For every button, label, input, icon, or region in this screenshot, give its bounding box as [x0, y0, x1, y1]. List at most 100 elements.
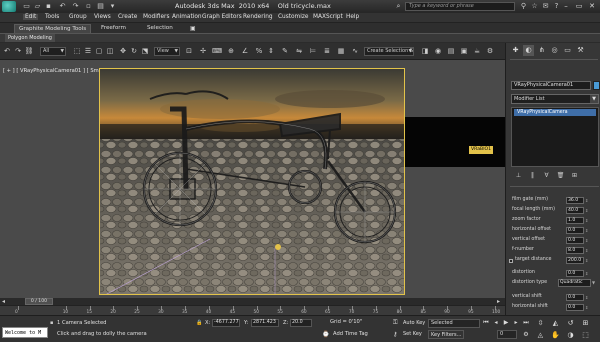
configure-modifier-sets-icon[interactable]: ⊞: [570, 171, 579, 180]
modify-tab-icon[interactable]: ◐: [523, 45, 534, 56]
infocenter-search-icon[interactable]: ⌕: [394, 2, 403, 11]
selection-filter-dropdown[interactable]: All ▼: [40, 47, 66, 56]
app-logo-icon[interactable]: [2, 1, 16, 12]
modifier-stack[interactable]: VRayPhysicalCamera: [511, 107, 599, 167]
menu-edit[interactable]: Edit: [23, 14, 39, 20]
menu-modifiers[interactable]: Modifiers: [143, 14, 169, 20]
new-file-icon[interactable]: ▭: [22, 2, 31, 10]
x-coordinate-input[interactable]: -4677.277: [212, 319, 240, 327]
menu-animation[interactable]: Animation: [172, 14, 202, 20]
spinner-icon[interactable]: ⇕: [585, 257, 590, 264]
camera-viewport[interactable]: [ + ] [ VRayPhysicalCamera01 ] [ Smooth …: [0, 60, 505, 298]
maxscript-listener-field[interactable]: Welcome to M: [2, 327, 48, 338]
stack-item-vray-physical-camera[interactable]: VRayPhysicalCamera: [514, 109, 596, 116]
quick-access-dropdown-icon[interactable]: ▾: [108, 2, 117, 10]
open-file-icon[interactable]: ▱: [33, 2, 42, 10]
named-selection-set-dropdown[interactable]: Create Selection S ▼: [364, 47, 414, 56]
previous-frame-icon[interactable]: ◂: [491, 318, 501, 327]
distortion-input[interactable]: 0.0: [566, 270, 584, 277]
pin-stack-icon[interactable]: ⊥: [514, 171, 523, 180]
graphite-toggle-icon[interactable]: ▦: [336, 46, 346, 57]
display-tab-icon[interactable]: ▭: [562, 45, 573, 56]
curve-editor-icon[interactable]: ∿: [350, 46, 360, 57]
selection-lock-icon[interactable]: 🔒: [196, 320, 202, 326]
menu-maxscript[interactable]: MAXScript: [313, 14, 343, 20]
key-filters-button[interactable]: Key Filters...: [428, 330, 465, 339]
menu-customize[interactable]: Customize: [278, 14, 308, 20]
window-crossing-icon[interactable]: ◫: [105, 46, 115, 57]
project-folder-icon[interactable]: ▤: [96, 2, 105, 10]
object-name-field[interactable]: VRayPhysicalCamera01: [511, 81, 591, 90]
add-time-tag-button[interactable]: Add Time Tag: [333, 331, 368, 337]
key-selection-dropdown[interactable]: Selected: [428, 319, 480, 328]
angle-snap-icon[interactable]: ∠: [240, 46, 250, 57]
truck-camera-icon[interactable]: ✋: [550, 330, 561, 340]
manipulate-icon[interactable]: ✢: [198, 46, 208, 57]
target-distance-input[interactable]: 200.0: [566, 257, 584, 264]
menu-group[interactable]: Group: [69, 14, 87, 20]
rectangular-selection-icon[interactable]: ▢: [94, 46, 104, 57]
schematic-view-icon[interactable]: ◨: [420, 46, 430, 57]
spinner-icon[interactable]: ⇕: [585, 217, 590, 224]
subscription-icon[interactable]: ☆: [530, 2, 539, 11]
search-go-icon[interactable]: ⚲: [519, 2, 528, 11]
render-iterative-icon[interactable]: ⚙: [485, 46, 495, 57]
redo-icon[interactable]: ↷: [71, 2, 80, 10]
select-object-icon[interactable]: ⬚: [72, 46, 82, 57]
f-number-input[interactable]: 8.0: [566, 247, 584, 254]
time-slider-prev-icon[interactable]: ◂: [2, 298, 5, 305]
time-configuration-icon[interactable]: ⚙: [521, 330, 531, 339]
close-button[interactable]: ✕: [586, 1, 598, 11]
time-slider[interactable]: ◂ 0 / 100 ▸: [0, 298, 505, 305]
menu-help[interactable]: Help: [346, 14, 359, 20]
dolly-camera-icon[interactable]: ⇳: [535, 318, 546, 328]
keyboard-shortcut-toggle-icon[interactable]: ⌨: [212, 46, 222, 57]
current-frame-input[interactable]: 0: [497, 330, 517, 339]
set-key-button[interactable]: Set Key: [401, 330, 424, 339]
polygon-modeling-panel[interactable]: Polygon Modeling: [5, 34, 55, 42]
y-coordinate-input[interactable]: 2871.423: [251, 319, 279, 327]
next-frame-icon[interactable]: ▸: [511, 318, 521, 327]
utilities-tab-icon[interactable]: ⚒: [575, 45, 586, 56]
spinner-icon[interactable]: ⇕: [585, 197, 590, 204]
save-file-icon[interactable]: ▪: [44, 2, 53, 10]
spinner-icon[interactable]: ⇕: [585, 227, 590, 234]
spinner-icon[interactable]: ⇕: [585, 294, 590, 301]
undo-scene-icon[interactable]: ↶: [2, 46, 12, 57]
z-coordinate-input[interactable]: 20.0: [290, 319, 312, 327]
time-tag-icon[interactable]: ⌚: [322, 331, 329, 338]
horizontal-offset-input[interactable]: 0.0: [566, 227, 584, 234]
spinner-snap-icon[interactable]: ⇕: [266, 46, 276, 57]
percent-snap-icon[interactable]: %: [254, 46, 264, 57]
make-unique-icon[interactable]: ∀: [542, 171, 551, 180]
spinner-icon[interactable]: ⇕: [585, 304, 590, 311]
tab-graphite-modeling-tools[interactable]: Graphite Modeling Tools: [14, 24, 92, 33]
menu-graph-editors[interactable]: Graph Editors: [202, 14, 242, 20]
camera-name-tag[interactable]: VRaBlO1: [469, 146, 494, 154]
undo-icon[interactable]: ↶: [58, 2, 67, 10]
select-and-move-icon[interactable]: ✥: [118, 46, 128, 57]
key-mode-icon[interactable]: ⚿: [393, 319, 398, 327]
remove-modifier-icon[interactable]: 🗑: [556, 171, 565, 180]
spinner-icon[interactable]: ⇕: [585, 270, 590, 277]
zoom-extents-all-icon[interactable]: ⊞: [580, 318, 591, 328]
layer-manager-icon[interactable]: ≣: [322, 46, 332, 57]
pivot-center-icon[interactable]: ⊡: [184, 46, 194, 57]
create-tab-icon[interactable]: ✚: [510, 45, 521, 56]
auto-key-button[interactable]: Auto Key: [401, 319, 427, 328]
hold-icon[interactable]: ▫: [84, 2, 93, 10]
hierarchy-tab-icon[interactable]: ⋔: [536, 45, 547, 56]
track-bar[interactable]: 0 10 15 20 25 30 35 40 45 50 55 60 65 70 75 80 85 90 95 100: [0, 305, 505, 315]
redo-scene-icon[interactable]: ↷: [13, 46, 23, 57]
mirror-icon[interactable]: ⇋: [294, 46, 304, 57]
film-gate-input[interactable]: 36.0: [566, 197, 584, 204]
select-and-rotate-icon[interactable]: ↻: [129, 46, 139, 57]
orbit-camera-icon[interactable]: ◑: [565, 330, 576, 340]
distortion-type-dropdown[interactable]: Quadratic: [558, 279, 591, 287]
focal-length-input[interactable]: 40.0: [566, 207, 584, 214]
minimize-button[interactable]: –: [560, 1, 572, 11]
rendered-frame-window-icon[interactable]: ▣: [459, 46, 469, 57]
reference-coordinate-dropdown[interactable]: View ▼: [154, 47, 180, 56]
menu-views[interactable]: Views: [94, 14, 111, 20]
spinner-icon[interactable]: ⇕: [585, 247, 590, 254]
